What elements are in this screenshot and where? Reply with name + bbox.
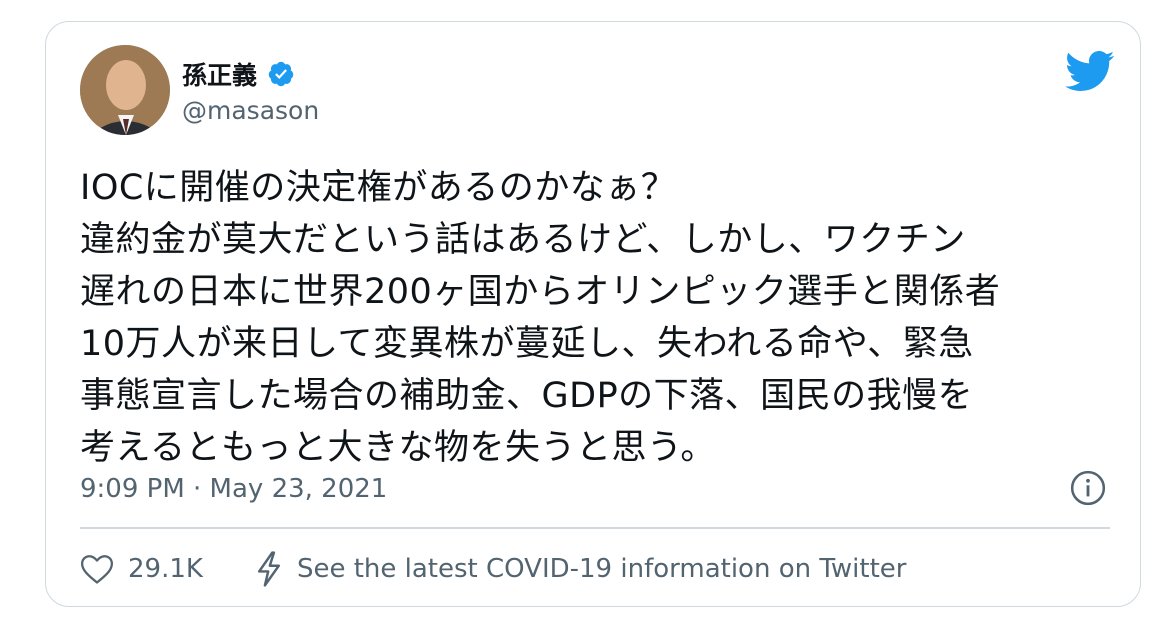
like-count: 29.1K xyxy=(128,554,203,584)
info-icon[interactable] xyxy=(1069,469,1107,507)
verified-badge-icon xyxy=(267,60,295,88)
author-avatar[interactable] xyxy=(80,45,170,135)
heart-icon xyxy=(80,553,114,585)
author-handle[interactable]: @masason xyxy=(182,96,319,125)
divider xyxy=(80,527,1110,529)
tweet-text: IOCに開催の決定権があるのかなぁ？ 違約金が莫大だという話はあるけど、しかし、… xyxy=(80,168,1001,468)
author-name-row: 孫正義 xyxy=(182,56,295,92)
tweet-card: 孫正義 @masason IOCに開催の決定権があるのかなぁ？ 違約金が莫大だと… xyxy=(45,21,1141,607)
twitter-bird-icon[interactable] xyxy=(1063,49,1115,93)
covid-info-label: See the latest COVID-19 information on T… xyxy=(296,554,907,584)
lightning-icon xyxy=(255,551,283,587)
like-button[interactable]: 29.1K xyxy=(80,553,203,585)
author-name[interactable]: 孫正義 xyxy=(182,56,257,92)
covid-info-link[interactable]: See the latest COVID-19 information on T… xyxy=(255,551,907,587)
tweet-timestamp[interactable]: 9:09 PM · May 23, 2021 xyxy=(80,474,387,504)
tweet-actions: 29.1K See the latest COVID-19 informatio… xyxy=(80,544,906,594)
